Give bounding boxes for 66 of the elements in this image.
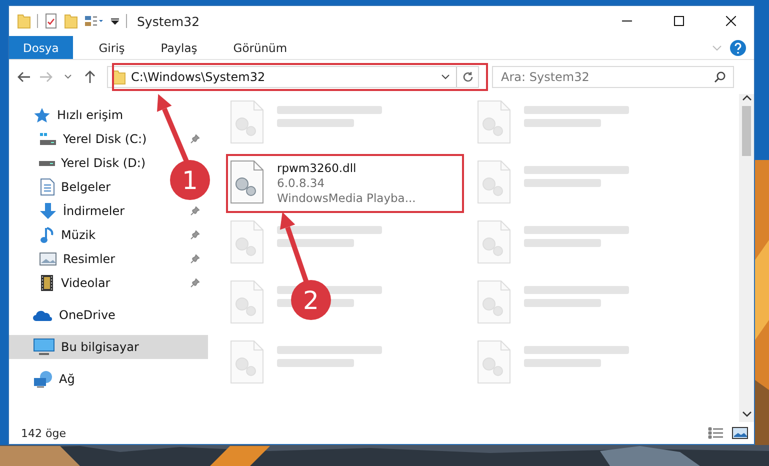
refresh-icon <box>462 71 474 83</box>
nav-item[interactable]: Ağ <box>9 367 83 391</box>
nav-item[interactable]: Yerel Disk (C:) <box>9 127 208 151</box>
file-gear-icon <box>230 160 264 204</box>
folder-icon <box>112 69 126 85</box>
nav-item[interactable]: Belgeler <box>9 175 119 199</box>
drive-icon <box>39 160 55 166</box>
star-icon <box>33 107 51 123</box>
up-arrow-icon <box>84 70 96 84</box>
file-gear-icon <box>230 340 264 384</box>
details-view-icon[interactable] <box>708 427 724 439</box>
document-icon <box>39 178 55 196</box>
picture-icon <box>39 251 57 267</box>
dropdown-caret-icon[interactable] <box>441 74 450 80</box>
back-arrow-icon <box>17 71 31 83</box>
file-gear-icon <box>230 100 264 144</box>
scroll-up-icon <box>742 94 752 102</box>
properties-icon[interactable] <box>44 13 58 29</box>
nav-item[interactable]: Yerel Disk (D:) <box>9 151 154 175</box>
scroll-thumb[interactable] <box>742 106 751 156</box>
caret-icon <box>64 74 72 80</box>
ribbon-tab[interactable]: Görünüm <box>219 36 302 59</box>
nav-item[interactable]: İndirmeler <box>9 199 208 223</box>
download-arrow-icon <box>39 202 57 220</box>
scrollbar[interactable] <box>739 94 754 422</box>
address-path: C:\Windows\System32 <box>130 70 266 84</box>
drive-icon <box>39 132 57 146</box>
view-menu-icon[interactable] <box>84 14 104 28</box>
nav-item[interactable]: Bu bilgisayar <box>9 335 208 359</box>
file-detail: 6.0.8.34 <box>277 176 326 191</box>
forward-arrow-icon <box>39 71 53 83</box>
file-detail: WindowsMedia Playba... <box>277 191 416 206</box>
monitor-icon <box>33 338 55 356</box>
window-title: System32 <box>137 14 201 28</box>
music-note-icon <box>39 226 55 244</box>
cloud-icon <box>33 308 53 322</box>
nav-item[interactable]: Videolar <box>9 271 208 295</box>
address-bar[interactable]: C:\Windows\System32 <box>107 66 479 88</box>
file-gear-icon <box>477 160 511 204</box>
search-icon[interactable] <box>714 71 726 83</box>
ribbon-tab[interactable]: Paylaş <box>146 36 212 59</box>
scroll-down-icon <box>742 410 752 418</box>
film-icon <box>39 274 55 292</box>
search-field[interactable]: Ara: System32 <box>492 66 734 88</box>
customize-toolbar-icon[interactable] <box>110 16 120 26</box>
nav-item[interactable]: OneDrive <box>9 303 124 327</box>
network-icon <box>33 370 53 388</box>
file-gear-icon <box>477 220 511 264</box>
nav-item[interactable]: Müzik <box>9 223 208 247</box>
file-gear-icon <box>477 340 511 384</box>
file-gear-icon <box>477 280 511 324</box>
file-gear-icon <box>477 100 511 144</box>
close-icon <box>726 16 736 26</box>
help-icon[interactable] <box>730 40 746 56</box>
arrow <box>280 212 308 283</box>
file-gear-icon <box>230 280 264 324</box>
large-icons-view-icon[interactable] <box>732 427 748 439</box>
file-tab[interactable]: Dosya <box>9 36 73 59</box>
nav-item[interactable]: Hızlı erişim <box>9 103 132 127</box>
item-count: 142 öge <box>21 426 66 440</box>
file-gear-icon <box>230 220 264 264</box>
nav-item[interactable]: Resimler <box>9 247 208 271</box>
file-item[interactable]: rpwm3260.dll 6.0.8.34 WindowsMedia Playba... <box>226 154 464 213</box>
ribbon-tab[interactable]: Giriş <box>84 36 139 59</box>
maximize-icon <box>674 16 684 26</box>
file-name: rpwm3260.dll <box>277 161 358 176</box>
